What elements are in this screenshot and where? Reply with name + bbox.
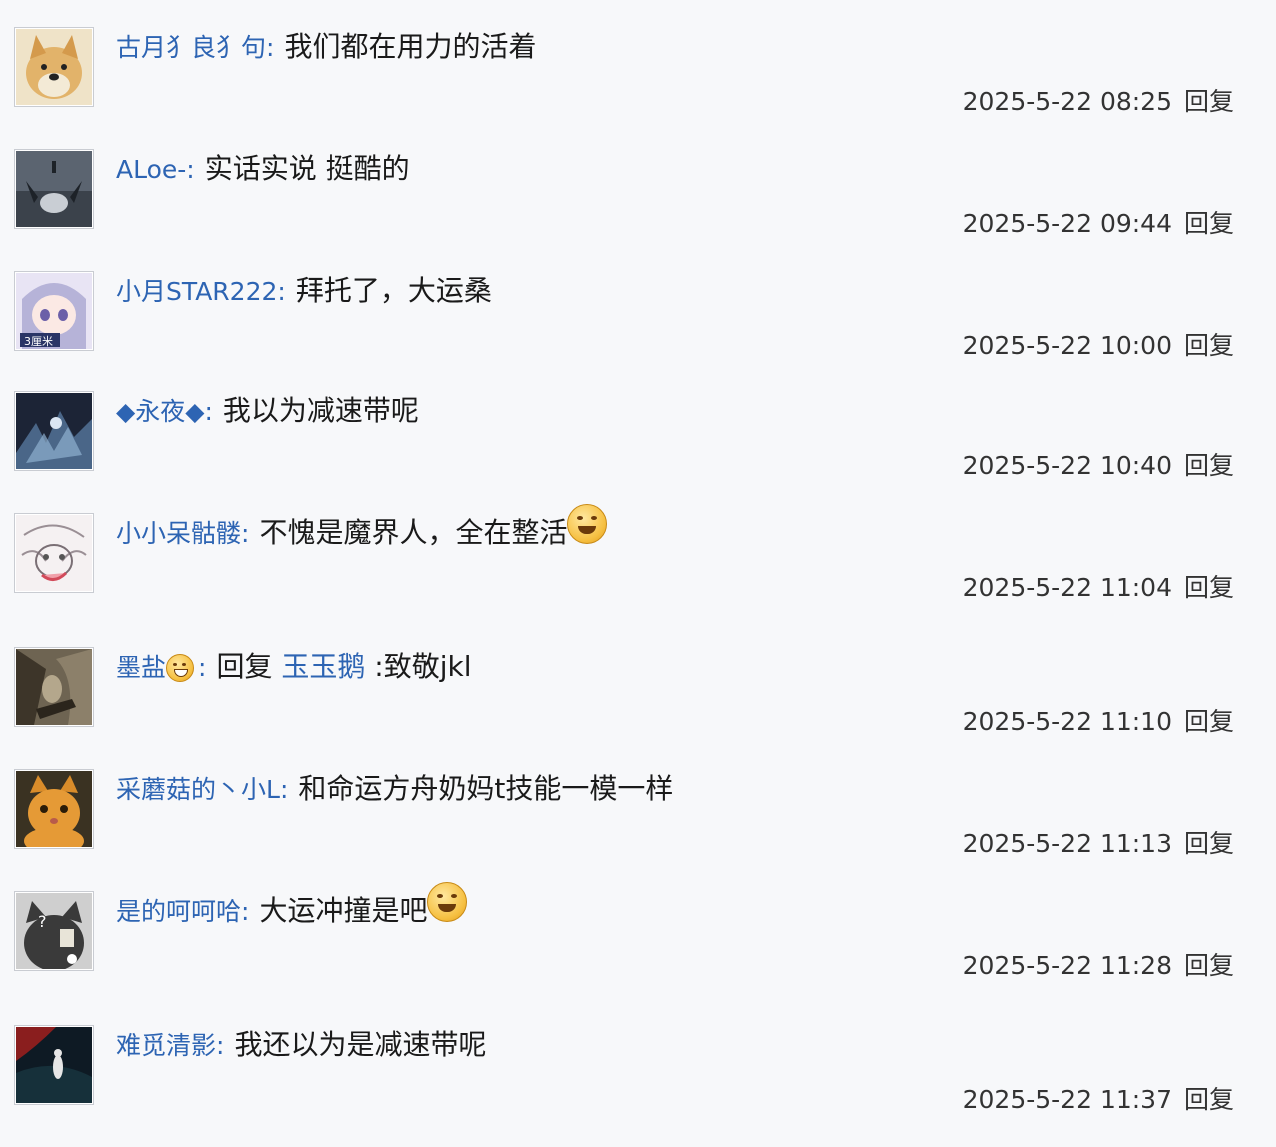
svg-text:3厘米: 3厘米 <box>24 335 53 348</box>
reply-button[interactable]: 回复 <box>1184 1085 1234 1114</box>
comment-item: ◆永夜◆: 我以为减速带呢 2025-5-22 10:40 回复 <box>0 391 1276 513</box>
user-avatar[interactable] <box>14 513 94 593</box>
comment-text: 我们都在用力的活着 <box>284 30 537 63</box>
reply-prefix: 回复 <box>216 650 273 683</box>
comment-line: 小小呆骷髅: 不愧是魔界人，全在整活 <box>116 504 608 553</box>
laughing-emoji-icon <box>567 504 608 544</box>
username-link[interactable]: 难觅清影 <box>116 1031 216 1060</box>
username-link[interactable]: 小小呆骷髅 <box>116 519 241 548</box>
username-link[interactable]: ◆永夜◆ <box>116 397 204 426</box>
comment-time: 2025-5-22 09:44 <box>962 209 1172 238</box>
comment-line: 采蘑菇的丶小L: 和命运方舟奶妈t技能一模一样 <box>116 772 674 805</box>
comment-item: 采蘑菇的丶小L: 和命运方舟奶妈t技能一模一样 2025-5-22 11:13 回复 <box>0 769 1276 891</box>
smile-emoji-icon <box>427 882 468 922</box>
user-avatar[interactable] <box>14 647 94 727</box>
username-link[interactable]: 墨盐 <box>116 653 166 682</box>
username-link[interactable]: ALoe- <box>116 155 186 184</box>
user-avatar[interactable]: ? <box>14 891 94 971</box>
svg-text:?: ? <box>38 912 47 931</box>
comment-time: 2025-5-22 11:37 <box>962 1085 1172 1114</box>
doge-avatar-icon <box>16 29 92 105</box>
reply-target-link[interactable]: 玉玉鹅 <box>281 650 365 683</box>
comment-meta: 2025-5-22 08:25 回复 <box>963 82 1234 118</box>
comment-time: 2025-5-22 11:28 <box>962 951 1172 980</box>
anime-girl-avatar-icon: 3厘米 <box>16 273 92 349</box>
comment-time: 2025-5-22 11:13 <box>962 829 1172 858</box>
comment-item: 墨盐: 回复 玉玉鹅 :致敬jkl 2025-5-22 11:10 回复 <box>0 647 1276 769</box>
comment-meta: 2025-5-22 10:40 回复 <box>963 446 1234 482</box>
comment-item: 难觅清影: 我还以为是减速带呢 2025-5-22 11:37 回复 <box>0 1025 1276 1147</box>
comment-text: 实话实说 挺酷的 <box>204 152 410 185</box>
reply-button[interactable]: 回复 <box>1184 951 1234 980</box>
comment-line: 小月STAR222: 拜托了，大运桑 <box>116 274 492 307</box>
username-link[interactable]: 采蘑菇的丶小L <box>116 775 280 804</box>
comment-line: 难觅清影: 我还以为是减速带呢 <box>116 1028 487 1061</box>
comment-item: ALoe-: 实话实说 挺酷的 2025-5-22 09:44 回复 <box>0 149 1276 271</box>
comment-item: ? 是的呵呵哈: 大运冲撞是吧 2025-5-22 11:28 回复 <box>0 882 1276 1013</box>
comment-text: 拜托了，大运桑 <box>295 274 492 307</box>
comment-meta: 2025-5-22 11:13 回复 <box>963 824 1234 860</box>
comment-item: 古月犭良犭句: 我们都在用力的活着 2025-5-22 08:25 回复 <box>0 27 1276 149</box>
user-avatar[interactable] <box>14 769 94 849</box>
comment-time: 2025-5-22 11:04 <box>962 573 1172 602</box>
reply-button[interactable]: 回复 <box>1184 829 1234 858</box>
username-link[interactable]: 古月犭良犭句 <box>116 33 266 62</box>
grin-emoji-icon <box>166 654 195 682</box>
comment-text: 大运冲撞是吧 <box>259 894 428 927</box>
comment-time: 2025-5-22 11:10 <box>962 707 1172 736</box>
comment-line: 古月犭良犭句: 我们都在用力的活着 <box>116 30 537 63</box>
comment-text: 我还以为是减速带呢 <box>234 1028 487 1061</box>
comment-line: 是的呵呵哈: 大运冲撞是吧 <box>116 882 468 931</box>
reply-button[interactable]: 回复 <box>1184 87 1234 116</box>
comment-meta: 2025-5-22 11:04 回复 <box>963 568 1234 604</box>
comment-text: 不愧是魔界人，全在整活 <box>259 516 568 549</box>
comment-meta: 2025-5-22 11:37 回复 <box>963 1080 1234 1116</box>
comment-time: 2025-5-22 10:40 <box>962 451 1172 480</box>
comment-text: 和命运方舟奶妈t技能一模一样 <box>298 772 674 805</box>
comment-meta: 2025-5-22 09:44 回复 <box>963 204 1234 240</box>
orange-cat-avatar-icon <box>16 771 92 847</box>
comment-time: 2025-5-22 08:25 <box>962 87 1172 116</box>
cat-question-avatar-icon: ? <box>16 893 92 969</box>
comment-text: :致敬jkl <box>374 650 472 683</box>
comment-item: 3厘米 小月STAR222: 拜托了，大运桑 2025-5-22 10:00 回复 <box>0 271 1276 393</box>
user-avatar[interactable] <box>14 27 94 107</box>
comment-time: 2025-5-22 10:00 <box>962 331 1172 360</box>
comment-meta: 2025-5-22 11:10 回复 <box>963 702 1234 738</box>
sepia-scene-avatar-icon <box>16 649 92 725</box>
sketch-avatar-icon <box>16 515 92 591</box>
dark-red-scene-avatar-icon <box>16 1027 92 1103</box>
dark-fantasy-avatar-icon <box>16 393 92 469</box>
reply-button[interactable]: 回复 <box>1184 451 1234 480</box>
dark-figure-avatar-icon <box>16 151 92 227</box>
reply-button[interactable]: 回复 <box>1184 331 1234 360</box>
reply-button[interactable]: 回复 <box>1184 209 1234 238</box>
comment-line: ALoe-: 实话实说 挺酷的 <box>116 152 410 185</box>
reply-button[interactable]: 回复 <box>1184 707 1234 736</box>
reply-button[interactable]: 回复 <box>1184 573 1234 602</box>
comment-line: ◆永夜◆: 我以为减速带呢 <box>116 394 419 427</box>
user-avatar[interactable] <box>14 391 94 471</box>
comment-meta: 2025-5-22 11:28 回复 <box>963 946 1234 982</box>
username-link[interactable]: 是的呵呵哈 <box>116 897 241 926</box>
comment-text: 我以为减速带呢 <box>222 394 419 427</box>
user-avatar[interactable]: 3厘米 <box>14 271 94 351</box>
comment-meta: 2025-5-22 10:00 回复 <box>963 326 1234 362</box>
user-avatar[interactable] <box>14 149 94 229</box>
user-avatar[interactable] <box>14 1025 94 1105</box>
comment-item: 小小呆骷髅: 不愧是魔界人，全在整活 2025-5-22 11:04 回复 <box>0 504 1276 635</box>
username-link[interactable]: 小月STAR222 <box>116 277 277 306</box>
comment-line: 墨盐: 回复 玉玉鹅 :致敬jkl <box>116 650 472 683</box>
